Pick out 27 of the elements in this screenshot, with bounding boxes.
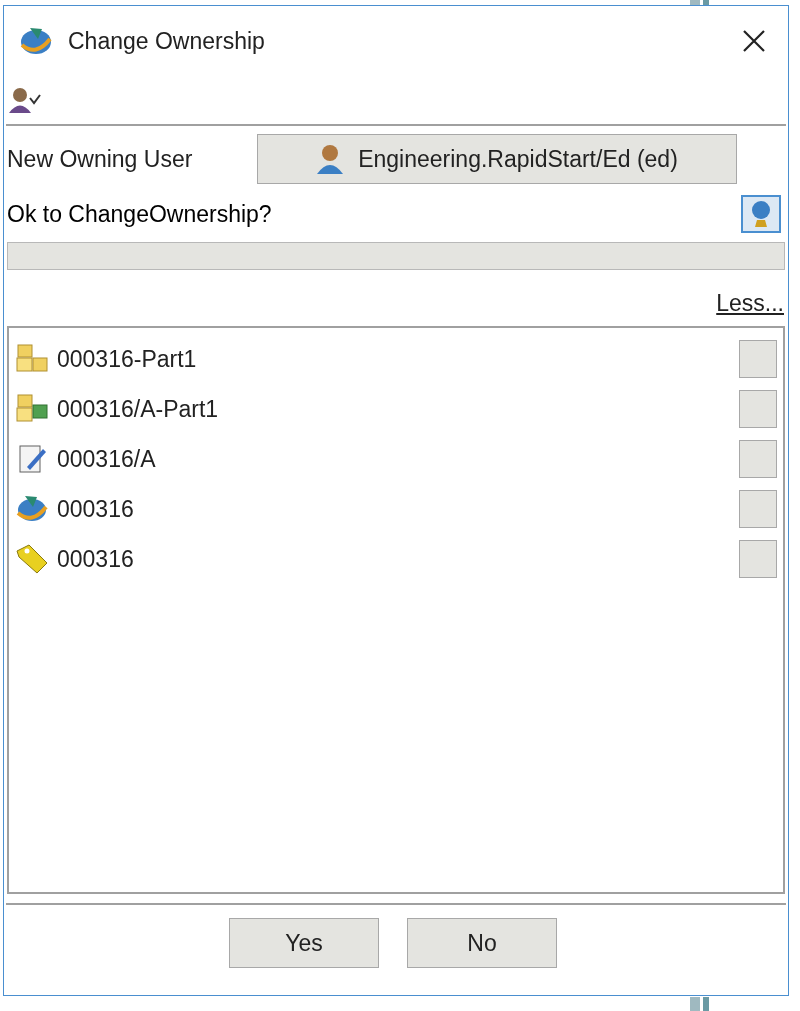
close-icon [742, 29, 766, 53]
box-stack-icon [15, 343, 51, 375]
less-link[interactable]: Less... [716, 285, 784, 321]
object-name[interactable]: 000316/A [57, 441, 733, 477]
checkbox[interactable] [739, 540, 777, 578]
window-title: Change Ownership [68, 26, 266, 56]
dialog-button[interactable]: Yes [229, 918, 379, 968]
globe-button[interactable] [741, 195, 781, 233]
prompt-text: Ok to ChangeOwnership? [7, 199, 273, 229]
object-name[interactable]: 000316 [57, 541, 733, 577]
person-icon [316, 144, 345, 174]
dialog-button[interactable]: No [407, 918, 557, 968]
checkbox[interactable] [739, 440, 777, 478]
object-name[interactable]: 000316-Part1 [57, 341, 733, 377]
globe-icon [18, 25, 54, 57]
background-window-edge [690, 0, 709, 5]
object-name[interactable]: 000316/A-Part1 [57, 391, 733, 427]
user-button[interactable]: Engineering.RapidStart/Ed (ed) [257, 134, 737, 184]
checkbox[interactable] [739, 490, 777, 528]
background-window-edge [690, 997, 709, 1011]
object-name[interactable]: 000316 [57, 491, 733, 527]
box-stack-icon [15, 393, 51, 425]
globe-icon [750, 200, 772, 228]
user-check-icon[interactable] [8, 85, 42, 115]
field-label: New Owning User [7, 144, 194, 174]
checkbox[interactable] [739, 340, 777, 378]
checkbox[interactable] [739, 390, 777, 428]
